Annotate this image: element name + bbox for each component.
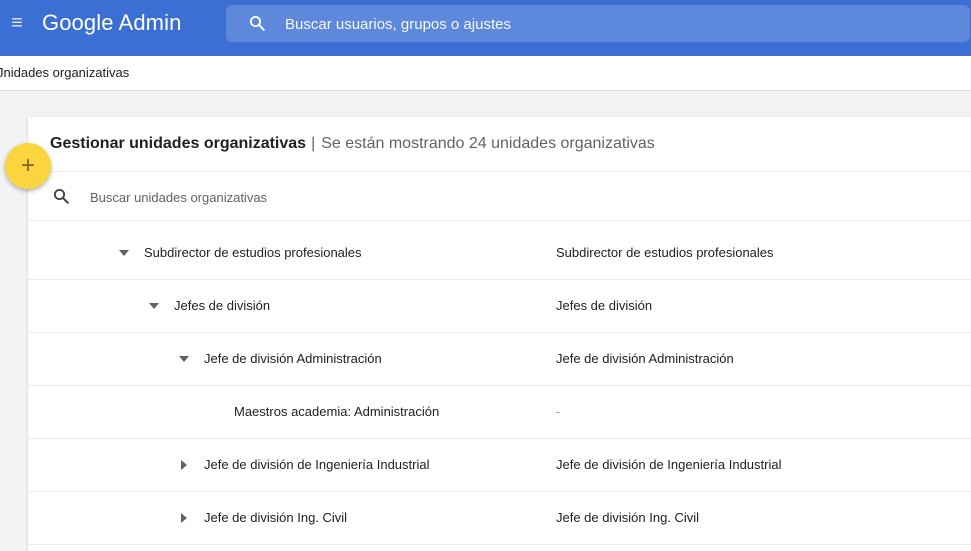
breadcrumb-bar: Jnidades organizativas bbox=[0, 56, 971, 91]
org-unit-name[interactable]: Maestros academia: Administración bbox=[234, 404, 439, 419]
add-org-unit-button[interactable]: + bbox=[5, 143, 51, 189]
org-unit-name[interactable]: Subdirector de estudios profesionales bbox=[144, 245, 362, 260]
org-unit-description: Jefe de división Ing. Civil bbox=[556, 510, 700, 525]
hamburger-menu-icon[interactable]: ≡ bbox=[6, 12, 28, 34]
search-icon bbox=[53, 188, 69, 204]
card-title-text: Gestionar unidades organizativas bbox=[50, 135, 307, 152]
org-unit-row[interactable]: Jefe de división de Ingeniería Industria… bbox=[28, 439, 971, 492]
org-unit-description: Jefe de división de Ingeniería Industria… bbox=[556, 457, 782, 472]
org-unit-name[interactable]: Jefe de división Ing. Civil bbox=[204, 510, 347, 525]
org-unit-row[interactable]: Jefe de división Ing. Civil Jefe de divis… bbox=[28, 492, 971, 545]
org-unit-name[interactable]: Jefe de división Administración bbox=[204, 351, 382, 366]
top-app-bar: ≡ Google Admin bbox=[0, 0, 971, 56]
expand-less-icon[interactable] bbox=[116, 227, 132, 279]
org-unit-row[interactable]: Maestros academia: Administración - bbox=[28, 386, 971, 439]
expand-more-icon[interactable] bbox=[176, 439, 192, 491]
expand-more-icon[interactable] bbox=[176, 492, 192, 544]
expand-less-icon[interactable] bbox=[176, 333, 192, 385]
card-header: Gestionar unidades organizativas | Se está… bbox=[28, 117, 971, 172]
org-unit-description: - bbox=[556, 404, 561, 419]
org-unit-tree: Subdirector de estudios profesionales Sub… bbox=[28, 227, 971, 545]
org-unit-description: Subdirector de estudios profesionales bbox=[556, 245, 774, 260]
search-icon[interactable] bbox=[248, 14, 266, 32]
org-unit-row[interactable]: Jefe de división Administración Jefe de d… bbox=[28, 333, 971, 386]
org-unit-search-row[interactable] bbox=[28, 172, 971, 221]
expand-less-icon[interactable] bbox=[146, 280, 162, 332]
org-unit-description: Jefe de división Administración bbox=[556, 351, 734, 366]
org-unit-row[interactable]: Subdirector de estudios profesionales Sub… bbox=[28, 227, 971, 280]
main-content: Gestionar unidades organizativas | Se está… bbox=[0, 91, 971, 551]
breadcrumb[interactable]: Jnidades organizativas bbox=[0, 65, 129, 80]
org-unit-name[interactable]: Jefe de división de Ingeniería Industria… bbox=[204, 457, 429, 472]
title-separator: | bbox=[311, 135, 316, 152]
org-unit-name[interactable]: Jefes de división bbox=[174, 298, 270, 313]
org-unit-row[interactable]: Jefes de división Jefes de división bbox=[28, 280, 971, 333]
global-search-input[interactable] bbox=[283, 11, 847, 37]
global-search-box[interactable] bbox=[226, 5, 970, 42]
card-subtitle: Se están mostrando 24 unidades organizat… bbox=[321, 135, 655, 152]
app-title[interactable]: Google Admin bbox=[42, 8, 181, 38]
plus-icon: + bbox=[20, 152, 35, 179]
org-unit-search-input[interactable] bbox=[88, 185, 592, 209]
page-title: Gestionar unidades organizativas | Se está… bbox=[50, 135, 655, 153]
org-unit-description: Jefes de división bbox=[556, 298, 653, 313]
org-units-card: Gestionar unidades organizativas | Se está… bbox=[28, 117, 971, 551]
